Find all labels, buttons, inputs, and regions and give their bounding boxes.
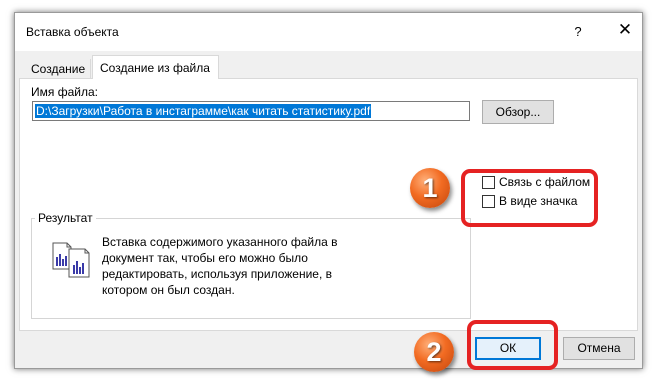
embedded-document-icon (51, 239, 95, 279)
title-bar: Вставка объекта ? ✕ (15, 13, 642, 51)
file-name-value: D:\Загрузки\Работа в инстаграмме\как чит… (35, 104, 372, 118)
annotation-highlight-ok (467, 320, 558, 370)
dialog-title: Вставка объекта (26, 25, 119, 39)
insert-object-dialog: Вставка объекта ? ✕ Создание Создание из… (14, 12, 643, 372)
annotation-badge-1: 1 (410, 168, 450, 208)
close-button[interactable]: ✕ (615, 20, 635, 42)
result-title: Результат (35, 211, 96, 225)
annotation-highlight-checkboxes (461, 169, 598, 227)
file-name-input[interactable]: D:\Загрузки\Работа в инстаграмме\как чит… (32, 101, 470, 121)
result-description: Вставка содержимого указанного файла в д… (102, 235, 338, 297)
browse-button[interactable]: Обзор... (482, 100, 554, 124)
help-button[interactable]: ? (572, 24, 584, 39)
tab-create-new[interactable]: Создание (18, 59, 91, 79)
tab-create-from-file[interactable]: Создание из файла (92, 55, 219, 79)
cancel-button[interactable]: Отмена (563, 337, 635, 360)
file-name-label: Имя файла: (31, 85, 98, 99)
annotation-badge-2: 2 (414, 332, 454, 372)
